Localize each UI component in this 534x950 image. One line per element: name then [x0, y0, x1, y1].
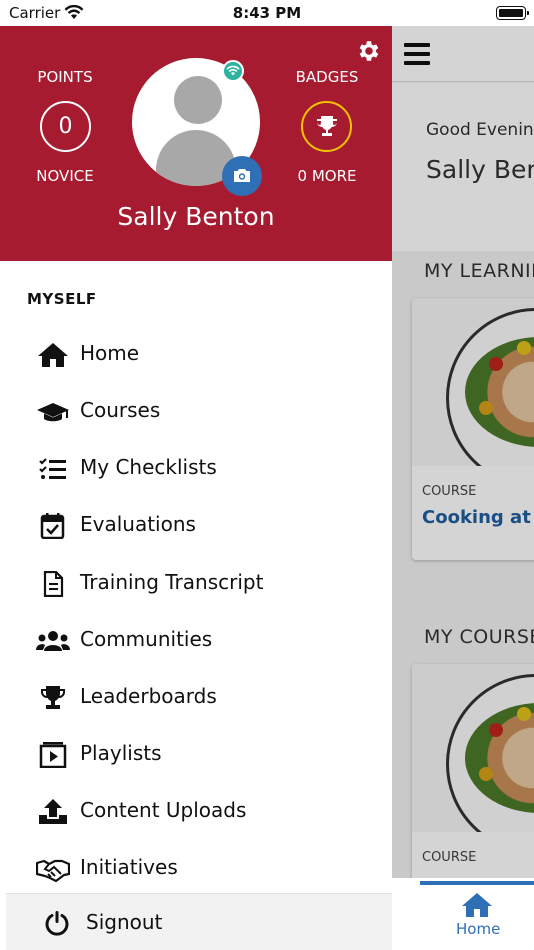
settings-gear-icon[interactable]: [355, 38, 381, 64]
power-icon: [45, 911, 69, 936]
navigation-drawer: POINTS 0 NOVICE BADGES 0 MORE Sally Bent…: [0, 26, 392, 950]
menu-item-label: Communities: [80, 627, 213, 651]
graduation-cap-icon: [37, 403, 69, 422]
menu-item-label: Training Transcript: [80, 570, 264, 594]
camera-icon[interactable]: [222, 156, 262, 196]
battery-icon: [496, 6, 529, 20]
badges-more-link[interactable]: 0 MORE: [287, 167, 367, 185]
menu-item-label: Courses: [80, 398, 161, 422]
menu-item-label: Playlists: [80, 741, 162, 765]
menu-item-home[interactable]: Home: [36, 334, 376, 374]
level-label: NOVICE: [36, 167, 94, 185]
online-status-icon: [222, 60, 244, 82]
menu-item-leaderboards[interactable]: Leaderboards: [36, 677, 376, 717]
trophy-icon: [317, 116, 337, 136]
document-icon: [43, 571, 64, 597]
bottom-tab-bar: Home: [392, 878, 534, 950]
profile-header: POINTS 0 NOVICE BADGES 0 MORE Sally Bent…: [0, 26, 392, 261]
clock: 8:43 PM: [232, 4, 302, 22]
tab-home-icon[interactable]: [460, 891, 494, 919]
menu-item-label: Initiatives: [80, 855, 178, 879]
menu-item-playlists[interactable]: Playlists: [36, 734, 376, 774]
menu-item-label: Home: [80, 341, 140, 365]
home-icon: [38, 343, 68, 367]
menu-item-evaluations[interactable]: Evaluations: [36, 505, 376, 545]
drawer-scrim[interactable]: [392, 26, 534, 878]
handshake-icon: [36, 859, 70, 882]
calendar-check-icon: [40, 513, 65, 539]
menu-item-label: Leaderboards: [80, 684, 217, 708]
users-icon: [36, 631, 70, 651]
menu-item-courses[interactable]: Courses: [36, 391, 376, 431]
trophy-icon: [41, 686, 65, 709]
badges-label: BADGES: [295, 68, 359, 86]
tab-home-label[interactable]: Home: [456, 920, 500, 938]
signout-button[interactable]: Signout: [6, 893, 392, 950]
menu-item-checklists[interactable]: My Checklists: [36, 448, 376, 488]
checklist-icon: [39, 458, 66, 479]
menu-item-label: Content Uploads: [80, 798, 247, 822]
menu-item-label: Evaluations: [80, 512, 196, 536]
menu-item-label: My Checklists: [80, 455, 217, 479]
menu-item-initiatives[interactable]: Initiatives: [36, 848, 376, 888]
menu-item-content-uploads[interactable]: Content Uploads: [36, 791, 376, 831]
status-bar: Carrier 8:43 PM: [0, 0, 534, 26]
profile-user-name: Sally Benton: [117, 202, 275, 231]
signout-label: Signout: [86, 910, 163, 934]
main-page: Good Evening Sally Benton MY LEARNING CO…: [392, 26, 534, 950]
menu-item-training-transcript[interactable]: Training Transcript: [36, 563, 376, 603]
tab-indicator: [420, 881, 534, 885]
upload-icon: [39, 799, 67, 824]
myself-section-heading: MYSELF: [27, 290, 97, 308]
playlist-icon: [39, 742, 67, 768]
badge-trophy-button[interactable]: [301, 101, 352, 152]
menu-item-communities[interactable]: Communities: [36, 620, 376, 660]
points-label: POINTS: [37, 68, 93, 86]
points-value[interactable]: 0: [40, 101, 91, 152]
